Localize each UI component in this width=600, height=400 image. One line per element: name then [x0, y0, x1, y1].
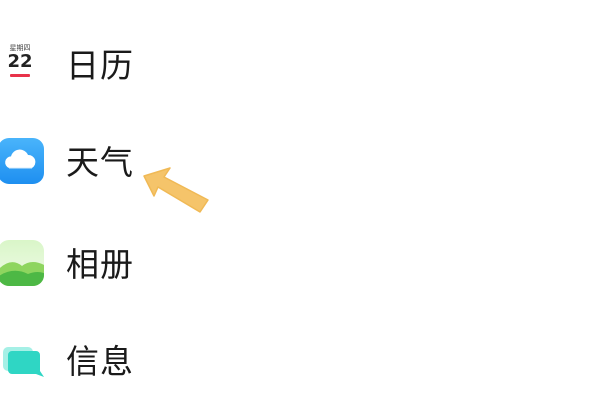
pointer-arrow-icon: [143, 167, 209, 213]
app-label-weather: 天气: [66, 143, 134, 182]
app-label-gallery: 相册: [66, 245, 134, 284]
calendar-day: 22: [7, 51, 33, 72]
app-item-gallery[interactable]: 相册: [0, 229, 420, 299]
app-list: 星期四 22 日历 天气 相册 信息: [0, 0, 600, 400]
app-list-screen: 星期四 22 日历 天气 相册 信息: [0, 0, 600, 400]
app-item-calendar[interactable]: 星期四 22 日历: [0, 30, 420, 100]
app-label-messages: 信息: [66, 342, 134, 381]
calendar-icon: 星期四 22: [4, 44, 36, 84]
app-label-calendar: 日历: [66, 46, 134, 85]
app-item-messages[interactable]: 信息: [0, 326, 420, 396]
message-icon: [3, 347, 44, 377]
gallery-icon: [0, 240, 44, 286]
weather-icon: [0, 138, 44, 184]
calendar-underline: [10, 74, 30, 77]
